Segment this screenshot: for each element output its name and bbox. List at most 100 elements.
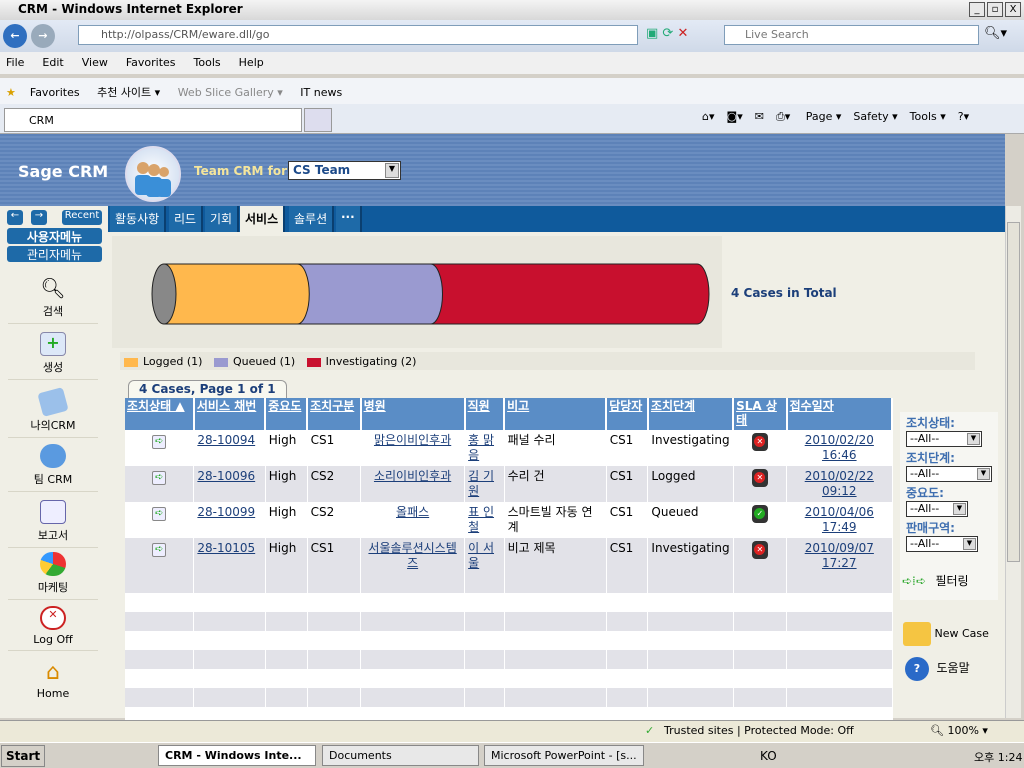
chevron-down-icon: ▼ [963,538,976,550]
nav-search[interactable]: 🔍︎ 검색 [8,276,98,324]
favorites-button[interactable]: Favorites [30,86,80,99]
tools-menu[interactable]: Tools ▾ [910,110,946,123]
case-id-link[interactable]: 28-10105 [197,541,255,555]
priority: High [265,538,308,574]
nav-reports[interactable]: 보고서 [8,500,98,548]
filter-select[interactable]: --All-- ▼ [906,536,978,552]
address-input[interactable]: http://olpass/CRM/eware.dll/go [78,25,638,45]
close-button[interactable]: X [1005,2,1021,17]
staff-link[interactable]: 김 기원 [468,469,494,498]
forward-icon[interactable]: → [31,24,55,48]
tab-opportunities[interactable]: 기회 [205,206,240,232]
task-powerpoint[interactable]: Microsoft PowerPoint - [s... [484,745,644,766]
tab-solutions[interactable]: 솔루션 [289,206,335,232]
web-slice-gallery[interactable]: Web Slice Gallery ▾ [178,86,283,99]
menu-edit[interactable]: Edit [42,56,63,69]
back-icon[interactable]: ← [3,24,27,48]
recent-button[interactable]: Recent [62,210,102,225]
column-header[interactable]: 직원 [464,398,506,430]
nav-team-crm[interactable]: 팀 CRM [8,444,98,492]
case-id-link[interactable]: 28-10096 [197,469,255,483]
start-button[interactable]: Start [1,745,46,767]
team-select[interactable]: CS Team ▼ [288,161,401,180]
column-header[interactable]: 담당자 [606,398,649,430]
user-menu-button[interactable]: 사용자메뉴 [7,228,102,244]
menu-view[interactable]: View [82,56,108,69]
filter-select[interactable]: --All-- ▼ [906,501,968,517]
menu-favorites[interactable]: Favorites [126,56,176,69]
history-forward-icon[interactable]: → [31,210,47,225]
home-icon[interactable]: ⌂▾ [702,110,715,123]
open-case-icon[interactable]: ➪ [152,543,167,557]
new-tab-button[interactable] [304,108,332,132]
help-icon[interactable]: ?▾ [958,110,969,123]
feeds-icon[interactable]: ◙▾ [727,110,743,123]
column-header[interactable]: SLA 상태 [733,398,788,430]
menu-help[interactable]: Help [239,56,264,69]
search-icon[interactable]: 🔍︎▾ [984,26,1007,41]
column-header[interactable]: 조치상태 ▲ [125,398,195,430]
search-input[interactable]: Live Search [724,25,979,45]
history-back-icon[interactable]: ← [7,210,23,225]
column-header[interactable]: 비고 [504,398,608,430]
case-id-link[interactable]: 28-10094 [197,433,255,447]
safety-menu[interactable]: Safety ▾ [853,110,897,123]
hospital-link[interactable]: 소리이비인후과 [374,469,451,483]
print-icon[interactable]: ⎙▾ [776,110,790,123]
hospital-link[interactable]: 올패스 [396,505,429,519]
date-link[interactable]: 2010/02/20 16:46 [805,433,874,462]
nav-create[interactable]: + 생성 [8,332,98,380]
zoom-level[interactable]: 🔍︎ 100% ▾ [930,724,988,737]
maximize-button[interactable]: ▫ [987,2,1003,17]
browser-tab-crm[interactable]: CRM [4,108,302,132]
column-header[interactable]: 조치단계 [647,398,735,430]
menu-file[interactable]: File [6,56,24,69]
tab-leads[interactable]: 리드 [169,206,204,232]
stage: Logged [647,466,734,502]
it-news-link[interactable]: IT news [300,86,342,99]
mail-icon[interactable]: ✉ [755,110,764,123]
minimize-button[interactable]: _ [969,2,985,17]
tab-service[interactable]: 서비스 [240,206,286,232]
vertical-scrollbar[interactable] [1005,206,1021,718]
date-link[interactable]: 2010/09/07 17:27 [805,541,874,570]
column-header[interactable]: 서비스 채번 [193,398,267,430]
grid-caption: 4 Cases, Page 1 of 1 [128,380,287,398]
refresh-stop-icons[interactable]: ▣ ⟳ ✕ [646,26,716,41]
tab-activities[interactable]: 활동사항 [110,206,167,232]
staff-link[interactable]: 이 서울 [468,541,494,570]
nav-marketing[interactable]: 마케팅 [8,552,98,600]
question-icon: ? [905,657,929,681]
nav-my-crm[interactable]: 나의CRM [8,387,98,438]
tab-more[interactable]: ··· [336,206,362,232]
suggested-sites[interactable]: 추천 사이트 ▾ [97,86,160,99]
open-case-icon[interactable]: ➪ [152,471,167,485]
filter-button[interactable]: ➪⁞➪ 필터링 [902,572,982,589]
page-menu[interactable]: Page ▾ [806,110,842,123]
menu-tools[interactable]: Tools [194,56,221,69]
filter-select[interactable]: --All-- ▼ [906,466,992,482]
nav-home[interactable]: ⌂ Home [8,660,98,704]
column-header[interactable]: 병원 [360,398,466,430]
open-case-icon[interactable]: ➪ [152,435,167,449]
admin-menu-button[interactable]: 관리자메뉴 [7,246,102,262]
scrollbar-thumb[interactable] [1007,222,1020,562]
task-documents[interactable]: Documents [322,745,479,766]
open-case-icon[interactable]: ➪ [152,507,167,521]
column-header[interactable]: 접수일자 [786,398,894,430]
hospital-link[interactable]: 맑은이비인후과 [374,433,451,447]
date-link[interactable]: 2010/02/22 09:12 [805,469,874,498]
hospital-link[interactable]: 서울솔루션시스템즈 [368,541,456,570]
nav-log-off[interactable]: ✕ Log Off [8,606,98,651]
new-case-button[interactable]: New Case [903,622,989,646]
help-button[interactable]: ? 도움말 [905,657,970,681]
task-crm[interactable]: CRM - Windows Inte... [158,745,316,766]
filter-select[interactable]: --All-- ▼ [906,431,982,447]
column-header[interactable]: 조치구분 [307,398,362,430]
case-id-link[interactable]: 28-10099 [197,505,255,519]
staff-link[interactable]: 표 인철 [468,505,494,534]
date-link[interactable]: 2010/04/06 17:49 [805,505,874,534]
staff-link[interactable]: 홍 맑음 [468,433,494,462]
language-indicator[interactable]: KO [760,749,777,763]
column-header[interactable]: 중요도 [265,398,309,430]
